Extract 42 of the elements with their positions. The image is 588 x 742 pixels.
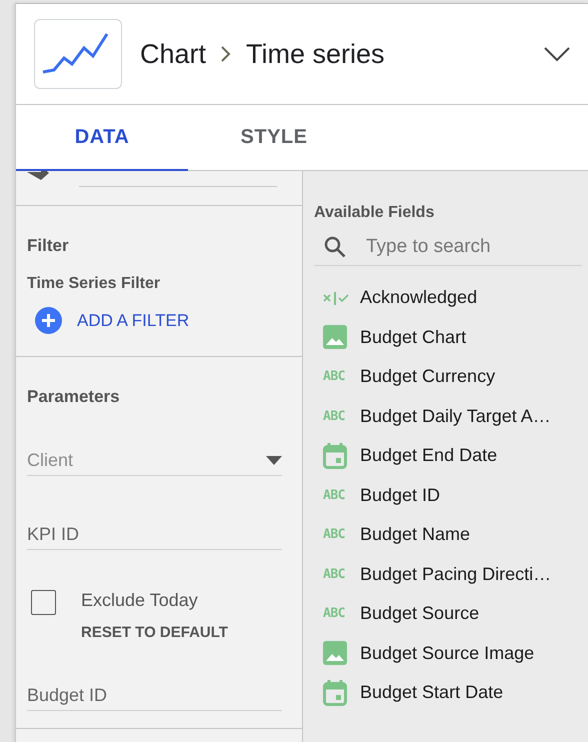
field-name[interactable]: Acknowledged	[360, 287, 478, 308]
boolean-type-icon	[323, 290, 349, 305]
checkbox-label: Exclude Today	[81, 590, 199, 611]
section-title: Filter	[27, 236, 70, 256]
plus-circle-icon	[35, 307, 62, 334]
search-field[interactable]: Type to search	[314, 229, 582, 266]
field-name[interactable]: Budget Source	[360, 603, 480, 624]
input-field[interactable]: Budget ID	[27, 680, 282, 711]
field-name[interactable]: Budget ID	[360, 484, 440, 506]
section-title: Parameters	[27, 387, 121, 407]
checkbox[interactable]	[31, 590, 56, 615]
input-field[interactable]: KPI ID	[27, 519, 282, 550]
text-type-icon: ABC	[323, 606, 345, 622]
text-type-icon: ABC	[323, 408, 345, 424]
calendar-icon	[323, 442, 347, 469]
field-name[interactable]: Budget Currency	[360, 366, 496, 388]
text-type-icon: ABC	[323, 369, 345, 384]
breadcrumb-item: Chart	[140, 38, 206, 70]
text-type-icon: ABC	[323, 527, 345, 542]
field-name[interactable]: Budget Start Date	[360, 682, 504, 704]
calendar-icon	[323, 680, 347, 706]
line-chart-icon	[34, 19, 122, 89]
image-icon	[323, 641, 347, 666]
filter-label: Time Series Filter	[27, 275, 162, 293]
panel-title: Available Fields	[314, 204, 436, 222]
field-name[interactable]: Budget Daily Target A…	[360, 406, 551, 427]
search-icon	[324, 236, 346, 258]
chevron-down-icon[interactable]	[544, 46, 570, 62]
tab[interactable]: STYLE	[188, 105, 360, 171]
field-name[interactable]: Budget Pacing Directi…	[360, 564, 552, 585]
field-name[interactable]: Budget End Date	[360, 445, 498, 466]
field-name[interactable]: Budget Source Image	[360, 642, 534, 664]
reset-to-default-button[interactable]: RESET TO DEFAULT	[81, 624, 228, 641]
dropdown-arrow-icon	[266, 456, 282, 464]
text-type-icon: ABC	[323, 566, 345, 582]
text-type-icon: ABC	[323, 488, 345, 503]
chevron-right-icon	[220, 45, 232, 63]
field-name[interactable]: Budget Chart	[360, 326, 466, 348]
field-name[interactable]: Budget Name	[360, 524, 470, 546]
image-icon	[323, 325, 347, 350]
breadcrumb-item: Time series	[246, 38, 385, 70]
add-filter-button[interactable]: ADD A FILTER	[35, 307, 291, 334]
